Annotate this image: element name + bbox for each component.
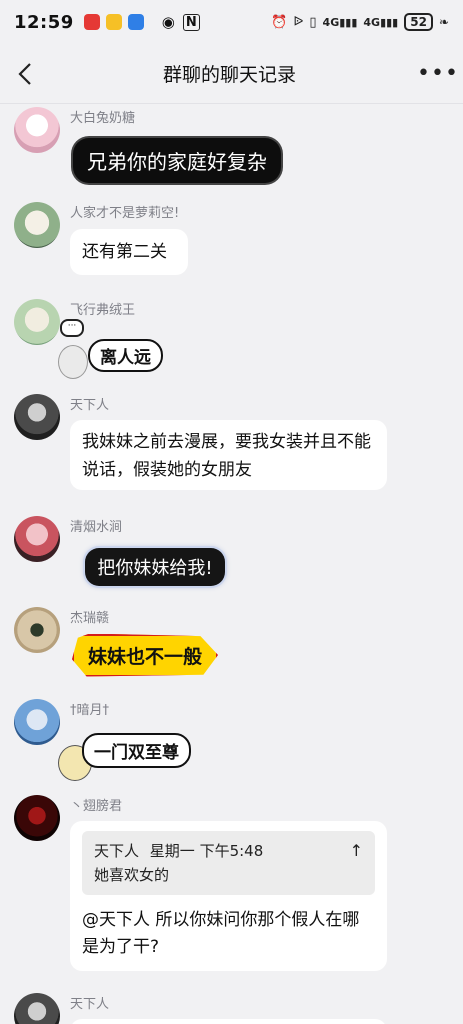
message-bubble[interactable]: 还有第二关 [70,229,188,275]
quote-time: 星期一 下午5:48 [149,842,264,860]
sender-name: 天下人 [70,997,110,1012]
sticker-image[interactable]: 一门双至尊 [56,727,196,783]
leaf-icon: ❧ [438,15,449,29]
app-notification-icon [127,14,144,30]
avatar[interactable] [14,993,60,1024]
sticker-text: 把你妹妹给我! [85,548,225,586]
avatar[interactable] [14,299,60,345]
speech-dots-icon: ··· [60,319,84,337]
message-bubble[interactable] [70,1019,387,1024]
sticker-text: 离人远 [88,339,163,372]
avatar[interactable] [14,699,60,745]
message-text: 还有第二关 [82,242,167,262]
sender-name: 丶翅膀君 [70,799,123,814]
sticker-image[interactable]: ··· 离人远 [56,319,166,381]
battery-indicator: 52 [404,13,433,31]
top-navbar: 群聊的聊天记录 ••• [0,44,463,104]
eye-icon: ◉ [161,13,175,31]
vibrate-icon: ▯ [309,14,317,30]
sender-name: 飞行弗绒王 [70,303,136,318]
avatar[interactable] [14,107,60,153]
status-bar: 12:59 ◉ N ⏰ ᐉ ▯ 4G▮▮▮ 4G▮▮▮ 52 ❧ [0,0,463,44]
sender-name: 大白兔奶糖 [70,111,136,126]
jump-to-quote-icon[interactable]: ↑ [350,839,363,863]
sticker-text: 一门双至尊 [82,733,191,768]
message-bubble[interactable]: 天下人 星期一 下午5:48 她喜欢女的 ↑ @天下人 所以你妹问你那个假人在哪… [70,821,387,971]
sender-name: 人家才不是萝莉空! [70,206,180,221]
sticker-text: 妹妹也不一般 [71,633,218,677]
page-title: 群聊的聊天记录 [162,64,296,86]
sticker-image[interactable]: 妹妹也不一般 [60,629,230,681]
signal-icon: 4G▮▮▮ [363,15,399,29]
chevron-left-icon [18,62,31,85]
quote-text: 她喜欢女的 [94,866,170,884]
avatar[interactable] [14,607,60,653]
avatar[interactable] [14,202,60,248]
bluetooth-icon: ᐉ [293,14,304,30]
status-time: 12:59 [14,11,74,33]
avatar[interactable] [14,795,60,841]
quoted-message[interactable]: 天下人 星期一 下午5:48 她喜欢女的 ↑ [82,831,375,895]
message-bubble[interactable]: 我妹妹之前去漫展，要我女装并且不能说话，假装她的女朋友 [70,420,387,490]
character-face-icon [58,345,88,379]
message-text: @天下人 所以你妹问你那个假人在哪是为了干? [82,910,360,957]
back-button[interactable] [0,44,50,104]
app-notification-icon [83,14,100,30]
sender-name: 杰瑞赣 [70,611,110,626]
chat-history-list[interactable]: 大白兔奶糖 兄弟你的家庭好复杂 人家才不是萝莉空! 还有第二关 飞行弗绒王 ··… [0,105,463,1024]
sticker-text: 兄弟你的家庭好复杂 [73,137,281,183]
signal-icon: 4G▮▮▮ [322,15,358,29]
sticker-image[interactable]: 兄弟你的家庭好复杂 [64,130,290,190]
avatar[interactable] [14,394,60,440]
sticker-image[interactable]: 把你妹妹给我! [62,541,248,593]
more-button[interactable]: ••• [413,44,463,104]
nfc-icon: N [182,13,200,31]
message-text: 我妹妹之前去漫展，要我女装并且不能说话，假装她的女朋友 [82,432,371,480]
sender-name: 天下人 [70,398,110,413]
sender-name: 清烟水涧 [70,520,123,535]
alarm-icon: ⏰ [271,14,288,30]
quote-author: 天下人 [94,842,140,860]
more-dots-icon: ••• [417,61,459,86]
avatar[interactable] [14,516,60,562]
sender-name: †暗月† [70,703,110,718]
weibo-notification-icon [105,14,122,30]
